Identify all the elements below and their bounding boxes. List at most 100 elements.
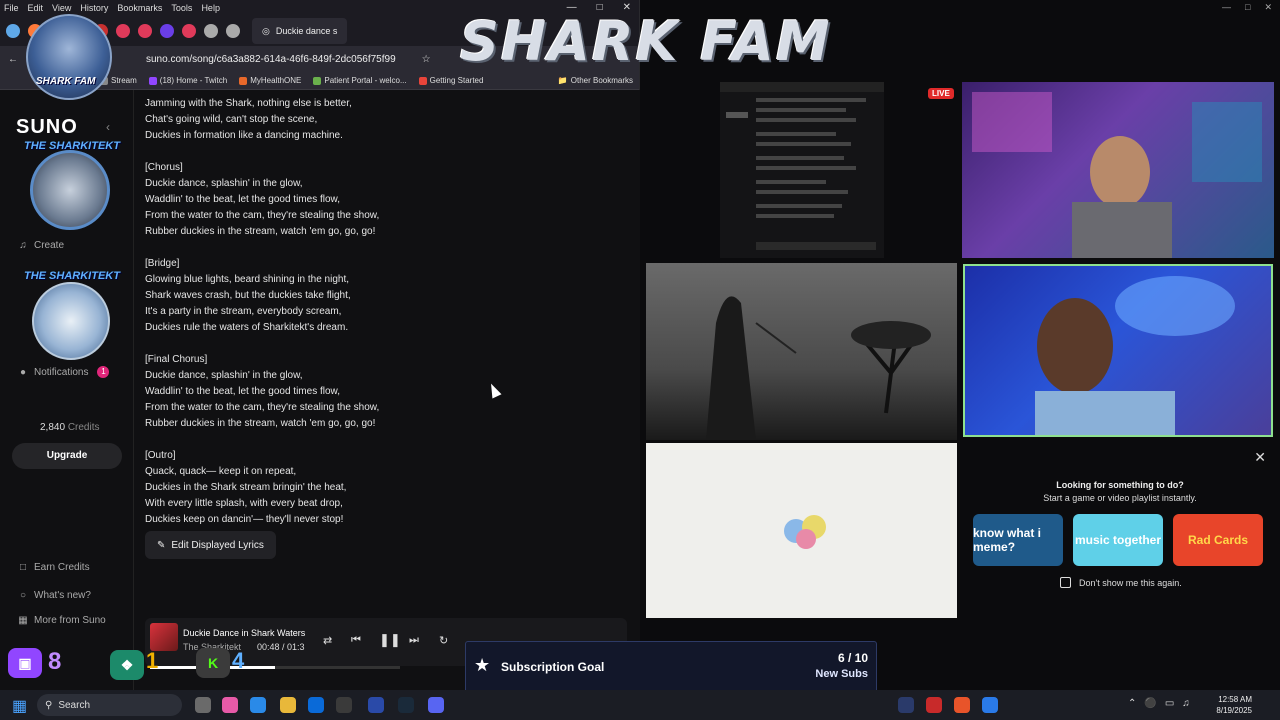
menu-view[interactable]: View (52, 3, 71, 13)
grid-icon: ▦ (18, 615, 28, 626)
stream-window-controls: — □ ✕ (1222, 2, 1272, 13)
menu-tools[interactable]: Tools (171, 3, 192, 13)
tab-icon[interactable] (6, 24, 20, 38)
dont-show-again[interactable]: Don't show me this again. (1060, 577, 1182, 588)
menu-bookmarks[interactable]: Bookmarks (117, 3, 162, 13)
maximize-icon[interactable]: □ (1245, 2, 1250, 13)
tab-icon[interactable] (116, 24, 130, 38)
sidebar-item-whats-new[interactable]: ○ What's new? (18, 590, 91, 601)
sidebar-item-label: More from Suno (34, 615, 106, 626)
game-card-rad-cards[interactable]: Rad Cards (1173, 514, 1263, 566)
lyrics-line: [Bridge] (145, 258, 180, 269)
app-icon[interactable] (336, 697, 352, 713)
lyrics-line: Duckie dance, splashin' in the glow, (145, 178, 303, 189)
microphone-icon[interactable]: ⚫ (1144, 698, 1156, 709)
lyrics-line: Jamming with the Shark, nothing else is … (145, 98, 352, 109)
suno-logo[interactable]: SUNO (16, 116, 78, 139)
playback-progress[interactable] (150, 666, 400, 669)
lyrics-line: From the water to the cam, they're steal… (145, 210, 380, 221)
sidebar-item-more-from-suno[interactable]: ▦ More from Suno (18, 615, 106, 626)
task-view-icon[interactable] (195, 697, 211, 713)
lyrics-spacer (145, 144, 525, 160)
shark-fam-logo (26, 14, 112, 100)
video-clip-panel[interactable] (646, 263, 957, 440)
tab-icon[interactable] (182, 24, 196, 38)
lyrics-line: Duckies in the Shark stream bringin' the… (145, 482, 347, 493)
outlook-icon[interactable] (308, 697, 324, 713)
bookmark-item[interactable]: MyHealthONE (239, 76, 301, 85)
bookmark-item[interactable]: Patient Portal - welco... (313, 76, 407, 85)
sidebar-item-label: Notifications (34, 366, 89, 378)
steam-icon[interactable] (398, 697, 414, 713)
song-cover-art[interactable] (150, 623, 178, 651)
kick-logo-icon: K (196, 648, 230, 678)
blank-panel[interactable] (646, 443, 957, 618)
sidebar-item-earn-credits[interactable]: □ Earn Credits (18, 562, 90, 573)
app-icon[interactable] (368, 697, 384, 713)
copilot-icon[interactable] (222, 697, 238, 713)
minimize-icon[interactable]: — (1222, 2, 1231, 13)
active-tab[interactable]: ◎ Duckie dance s (252, 18, 348, 44)
bookmark-icon (313, 76, 322, 85)
close-icon[interactable]: ✕ (1264, 2, 1272, 13)
game-card-know-what-i-meme[interactable]: know what i meme? (973, 514, 1063, 566)
sidebar-item-notifications[interactable]: ● Notifications 1 (18, 366, 110, 378)
edit-lyrics-button[interactable]: ✎ Edit Displayed Lyrics (145, 531, 276, 559)
back-icon[interactable]: ← (8, 54, 18, 65)
sidebar-item-create[interactable]: ♫ Create (18, 240, 64, 251)
screen-share-panel[interactable] (720, 82, 884, 258)
tab-icon[interactable] (204, 24, 218, 38)
app-icon[interactable] (982, 697, 998, 713)
suno-tab-icon: ◎ (262, 25, 270, 36)
tab-icon[interactable] (138, 24, 152, 38)
sidebar-item-label: Earn Credits (34, 562, 90, 573)
bookmark-label: (18) Home - Twitch (159, 76, 228, 85)
tab-icon[interactable] (160, 24, 174, 38)
taskbar-clock[interactable]: 12:58 AM 8/19/2025 (1216, 694, 1252, 716)
windows-start-icon[interactable]: ▦ (12, 696, 27, 716)
url-field[interactable]: suno.com/song/c6a3a882-614a-46f6-849f-2d… (146, 54, 396, 65)
lyrics-line: [Final Chorus] (145, 354, 208, 365)
game-card-music-together[interactable]: music together (1073, 514, 1163, 566)
repeat-icon[interactable]: ↻ (439, 634, 448, 647)
upgrade-button[interactable]: Upgrade (12, 443, 122, 469)
system-tray: ⌃ ⚫ ▭ ♫ (1128, 698, 1190, 709)
twitch-icon (148, 76, 157, 85)
pause-icon[interactable]: ❚❚ (379, 632, 401, 648)
collapse-sidebar-icon[interactable]: ‹ (106, 120, 110, 134)
netflix-icon[interactable] (926, 697, 942, 713)
network-icon[interactable]: ▭ (1165, 698, 1174, 709)
next-icon[interactable]: ⏭ (409, 634, 419, 647)
file-explorer-icon[interactable] (280, 697, 296, 713)
menu-help[interactable]: Help (201, 3, 220, 13)
app-icon[interactable] (898, 697, 914, 713)
webcam-panel-1[interactable] (962, 82, 1274, 258)
tab-icon[interactable] (226, 24, 240, 38)
discord-icon[interactable] (428, 697, 444, 713)
sharkitekt-emblem (30, 150, 110, 230)
dont-show-checkbox[interactable] (1060, 577, 1071, 588)
song-title[interactable]: Duckie Dance in Shark Waters (183, 628, 305, 638)
menu-history[interactable]: History (80, 3, 108, 13)
activity-suggestion-panel: ✕ Looking for something to do? Start a g… (966, 446, 1274, 606)
other-bookmarks[interactable]: 📁 Other Bookmarks (558, 76, 633, 85)
bookmark-item[interactable]: Getting Started (418, 76, 483, 85)
chevron-up-icon[interactable]: ⌃ (1128, 698, 1136, 709)
taskbar: ▦ ⚲ Search ⌃ ⚫ ▭ ♫ 12:58 AM 8/19/2025 (0, 690, 1280, 720)
menu-file[interactable]: File (4, 3, 19, 13)
close-icon[interactable]: ✕ (1254, 449, 1266, 466)
grim-reaper-scene (706, 296, 931, 440)
app-icon[interactable] (954, 697, 970, 713)
shuffle-icon[interactable]: ⇄ (323, 634, 332, 647)
menu-edit[interactable]: Edit (28, 3, 44, 13)
webcam-panel-2[interactable] (963, 264, 1273, 437)
bookmark-item[interactable]: (18) Home - Twitch (148, 76, 228, 85)
volume-icon[interactable]: ♫ (1182, 698, 1190, 709)
edge-icon[interactable] (250, 697, 266, 713)
bookmark-label: Patient Portal - welco... (324, 76, 407, 85)
other-bookmarks-label: Other Bookmarks (570, 76, 633, 85)
previous-icon[interactable]: ⏮ (351, 634, 361, 647)
bell-icon: ● (19, 366, 27, 378)
taskbar-search[interactable]: ⚲ Search (37, 694, 182, 716)
star-icon[interactable]: ☆ (422, 54, 431, 65)
